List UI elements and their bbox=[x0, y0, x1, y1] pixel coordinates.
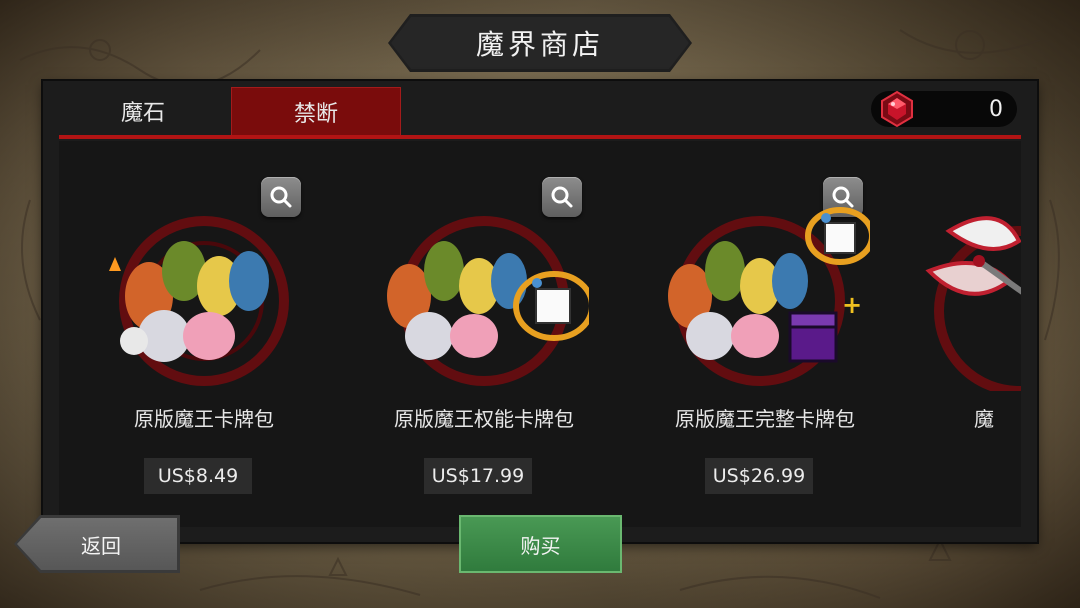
price-button[interactable]: US$17.99 bbox=[424, 458, 532, 494]
tab-forbidden[interactable]: 禁断 bbox=[231, 87, 401, 136]
product-card[interactable]: 原版魔王卡牌包 US$8.49 bbox=[69, 141, 339, 527]
price-button[interactable]: US$26.99 bbox=[705, 458, 813, 494]
tab-demon-stone[interactable]: 魔石 bbox=[59, 87, 227, 135]
buy-label: 购买 bbox=[520, 533, 561, 558]
monster-group-with-card-and-chest-icon: + bbox=[668, 207, 870, 386]
monster-group-icon bbox=[109, 216, 289, 386]
svg-text:+: + bbox=[842, 291, 862, 319]
product-name: 魔 bbox=[974, 407, 994, 431]
currency-display: 0 bbox=[871, 90, 1017, 128]
back-label: 返回 bbox=[81, 533, 121, 558]
monster-group-with-card-icon bbox=[387, 216, 589, 386]
product-card[interactable]: + 原版魔王完整卡牌包 US$26.99 bbox=[630, 141, 900, 527]
tab-underline bbox=[59, 135, 1021, 139]
product-name: 原版魔王卡牌包 bbox=[134, 407, 274, 431]
product-list[interactable]: 原版魔王卡牌包 US$8.49 原版魔王权能卡牌包 US$17.99 + 原版魔… bbox=[59, 141, 1021, 527]
currency-amount: 0 bbox=[989, 96, 1003, 122]
product-card[interactable]: 原版魔王权能卡牌包 US$17.99 bbox=[349, 141, 619, 527]
tab-bar: 魔石 禁断 0 bbox=[43, 81, 1037, 139]
product-card[interactable]: 魔 U bbox=[909, 141, 1021, 527]
red-gem-icon bbox=[881, 90, 913, 128]
axe-weapon-icon bbox=[925, 216, 1021, 391]
shop-panel: 魔石 禁断 0 原版魔王卡牌包 US$8.49 原版魔王权能卡牌包 US$17.… bbox=[43, 81, 1037, 542]
tab-label: 魔石 bbox=[120, 101, 165, 126]
tab-label: 禁断 bbox=[293, 102, 338, 127]
buy-button[interactable]: 购买 bbox=[459, 515, 622, 573]
title-banner: 魔界商店 bbox=[388, 14, 692, 72]
product-name: 原版魔王权能卡牌包 bbox=[394, 407, 574, 431]
price-button[interactable]: US$8.49 bbox=[144, 458, 252, 494]
back-button[interactable]: 返回 bbox=[14, 515, 180, 573]
shop-title: 魔界商店 bbox=[475, 28, 604, 61]
